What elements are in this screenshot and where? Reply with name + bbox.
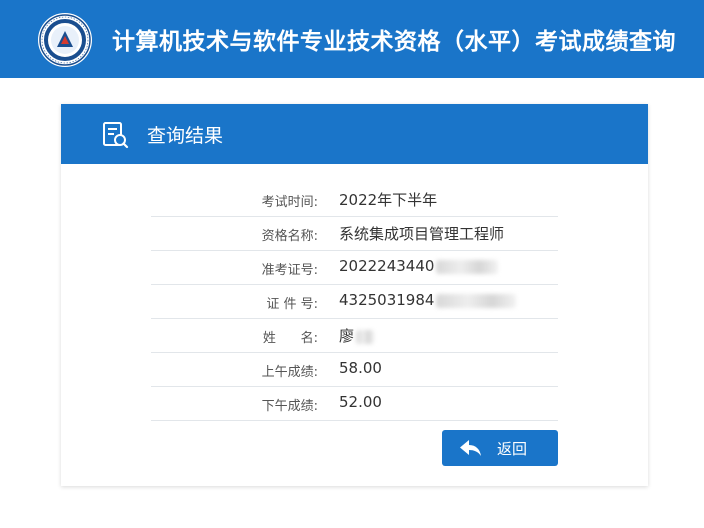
redaction-blur <box>356 329 375 344</box>
back-button[interactable]: 返回 <box>442 430 558 466</box>
row-value: 廖 <box>339 325 375 346</box>
row-qualification: 资格名称: 系统集成项目管理工程师 <box>151 217 558 251</box>
document-search-icon <box>101 121 129 153</box>
row-value: 2022年下半年 <box>339 191 438 209</box>
redaction-blur <box>436 293 517 308</box>
row-label: 上午成绩: <box>261 365 318 380</box>
logo-emblem-icon <box>39 14 91 66</box>
row-value: 系统集成项目管理工程师 <box>339 225 505 243</box>
reply-arrow-icon <box>459 439 483 461</box>
page-title: 计算机技术与软件专业技术资格（水平）考试成绩查询 <box>112 29 676 55</box>
row-value: 2022243440 <box>339 257 499 275</box>
row-label: 姓 名: <box>262 331 318 346</box>
result-list: 考试时间: 2022年下半年 资格名称: 系统集成项目管理工程师 准考证号: 2… <box>151 183 558 421</box>
result-card: 查询结果 考试时间: 2022年下半年 资格名称: 系统集成项目管理工程师 准考… <box>61 104 648 486</box>
row-afternoon-score: 下午成绩: 52.00 <box>151 387 558 421</box>
top-banner: 计算机技术与软件专业技术资格（水平）考试成绩查询 <box>0 0 704 78</box>
card-header: 查询结果 <box>61 104 648 164</box>
row-label: 考试时间: <box>261 195 318 210</box>
row-name: 姓 名: 廖 <box>151 319 558 353</box>
back-button-label: 返回 <box>497 440 528 458</box>
row-exam-time: 考试时间: 2022年下半年 <box>151 183 558 217</box>
row-value: 4325031984 <box>339 291 517 309</box>
card-title: 查询结果 <box>147 125 224 147</box>
row-id-number: 证 件 号: 4325031984 <box>151 285 558 319</box>
institution-logo <box>38 13 92 67</box>
row-value: 58.00 <box>339 359 382 377</box>
row-label: 准考证号: <box>261 263 318 278</box>
row-value: 52.00 <box>339 393 382 411</box>
row-label: 资格名称: <box>261 229 318 244</box>
redaction-blur <box>436 259 499 274</box>
row-ticket-number: 准考证号: 2022243440 <box>151 251 558 285</box>
row-label: 下午成绩: <box>261 399 318 414</box>
row-label: 证 件 号: <box>266 297 318 312</box>
row-morning-score: 上午成绩: 58.00 <box>151 353 558 387</box>
